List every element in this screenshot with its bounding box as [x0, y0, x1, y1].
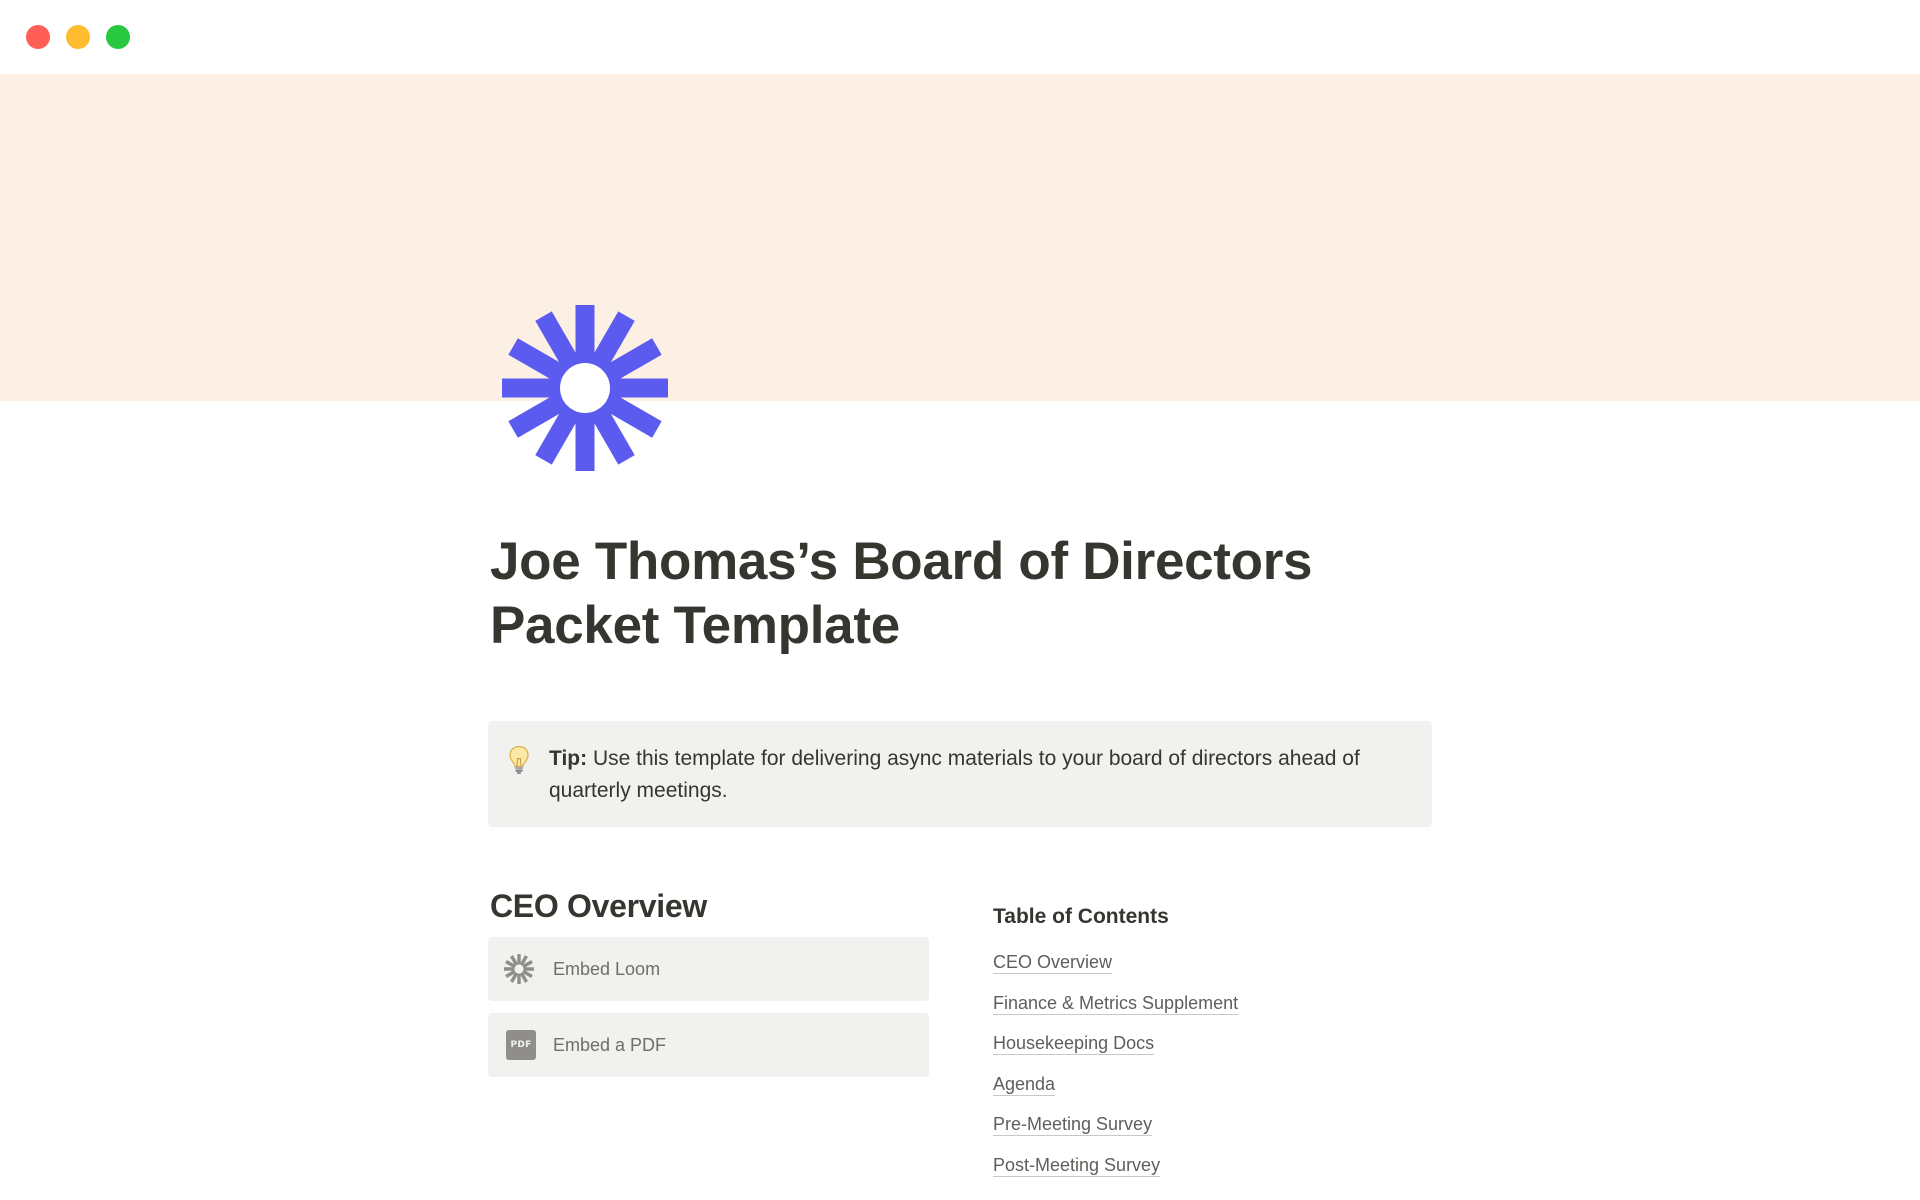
toc-link-agenda[interactable]: Agenda — [993, 1073, 1056, 1096]
loom-icon — [503, 953, 535, 985]
embed-pdf-button[interactable]: PDF Embed a PDF — [488, 1013, 929, 1077]
toc-item: Post-Meeting Survey — [993, 1151, 1238, 1192]
tip-callout[interactable]: Tip: Use this template for delivering as… — [488, 721, 1432, 827]
table-of-contents: CEO Overview Finance & Metrics Supplemen… — [993, 948, 1239, 1192]
toc-item: Pre-Meeting Survey — [993, 1110, 1238, 1151]
toc-link-finance-metrics[interactable]: Finance & Metrics Supplement — [993, 992, 1239, 1015]
toc-link-post-meeting-survey[interactable]: Post-Meeting Survey — [993, 1154, 1161, 1177]
toc-link-pre-meeting-survey[interactable]: Pre-Meeting Survey — [993, 1114, 1153, 1136]
toc-link-ceo-overview[interactable]: CEO Overview — [993, 952, 1113, 974]
toc-item: Finance & Metrics Supplement — [993, 989, 1239, 1030]
loom-asterisk-icon[interactable] — [500, 303, 670, 473]
callout-bold-label: Tip: — [549, 747, 588, 770]
page-title[interactable]: Joe Thomas’s Board of Directors Packet T… — [490, 530, 1390, 658]
toc-item: Agenda — [993, 1070, 1238, 1111]
toc-link-housekeeping-docs[interactable]: Housekeeping Docs — [993, 1033, 1155, 1055]
pdf-icon: PDF — [506, 1030, 536, 1060]
toc-item: Housekeeping Docs — [993, 1029, 1238, 1070]
page-cover[interactable] — [0, 74, 1920, 401]
toc-item: CEO Overview — [993, 948, 1238, 989]
callout-text[interactable]: Tip: Use this template for delivering as… — [549, 743, 1399, 807]
lightbulb-icon — [508, 745, 530, 775]
window-close-button[interactable] — [26, 25, 50, 49]
embed-loom-button[interactable]: Embed Loom — [488, 937, 929, 1001]
embed-loom-label: Embed Loom — [553, 959, 661, 979]
callout-body: Use this template for delivering async m… — [549, 747, 1360, 802]
window-titlebar — [0, 0, 1920, 74]
window-zoom-button[interactable] — [106, 25, 130, 49]
embed-pdf-label: Embed a PDF — [553, 1035, 667, 1055]
table-of-contents-heading[interactable]: Table of Contents — [993, 903, 1169, 931]
window-minimize-button[interactable] — [66, 25, 90, 49]
ceo-overview-heading[interactable]: CEO Overview — [490, 884, 707, 928]
